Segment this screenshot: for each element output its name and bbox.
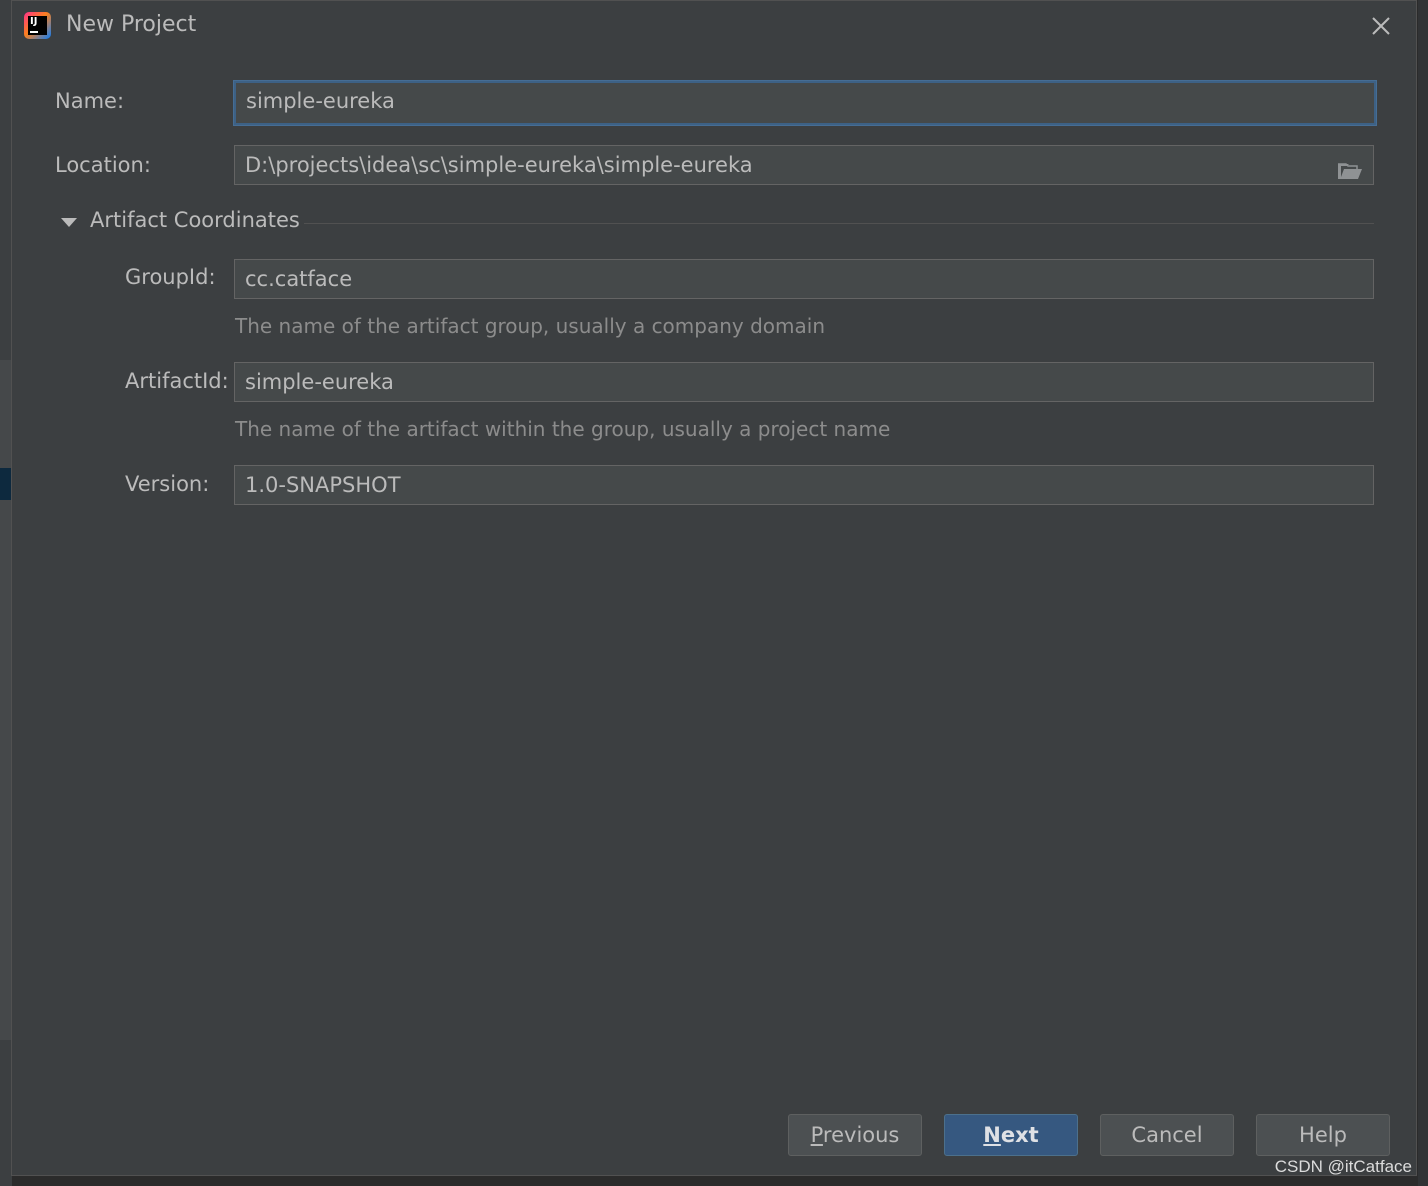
name-label: Name: [55, 89, 125, 113]
watermark: CSDN @itCatface [1274, 1157, 1412, 1176]
version-input[interactable]: 1.0-SNAPSHOT [234, 465, 1374, 505]
folder-open-icon[interactable] [1337, 155, 1363, 179]
artifactid-hint: The name of the artifact within the grou… [235, 417, 891, 441]
previous-mnemonic: P [810, 1123, 823, 1147]
artifact-coordinates-section-title[interactable]: Artifact Coordinates [90, 208, 300, 232]
triangle-down-icon[interactable] [60, 215, 78, 229]
groupid-input[interactable]: cc.catface [234, 259, 1374, 299]
name-input[interactable]: simple-eureka [234, 81, 1376, 125]
help-button[interactable]: Help [1256, 1114, 1390, 1156]
previous-button[interactable]: Previous [788, 1114, 922, 1156]
version-input-value: 1.0-SNAPSHOT [245, 473, 401, 497]
artifactid-input-value: simple-eureka [245, 370, 394, 394]
groupid-hint: The name of the artifact group, usually … [235, 314, 825, 338]
ide-background-right [1418, 0, 1428, 1186]
location-input[interactable]: D:\projects\idea\sc\simple-eureka\simple… [234, 145, 1374, 185]
close-icon[interactable] [1370, 15, 1392, 37]
location-input-value: D:\projects\idea\sc\simple-eureka\simple… [245, 153, 753, 177]
cancel-button[interactable]: Cancel [1100, 1114, 1234, 1156]
new-project-dialog: IJ New Project Name: simple-eureka Locat… [11, 0, 1417, 1176]
next-mnemonic: N [983, 1123, 1001, 1147]
groupid-label: GroupId: [125, 265, 216, 289]
artifactid-label: ArtifactId: [125, 369, 229, 393]
dialog-titlebar: IJ New Project [12, 1, 1416, 51]
location-label: Location: [55, 153, 151, 177]
groupid-input-value: cc.catface [245, 267, 353, 291]
intellij-idea-icon: IJ [24, 12, 51, 39]
help-label: Help [1299, 1123, 1347, 1147]
cancel-label: Cancel [1131, 1123, 1203, 1147]
version-label: Version: [125, 472, 210, 496]
previous-label: revious [822, 1123, 900, 1147]
dialog-title: New Project [66, 12, 197, 37]
artifactid-input[interactable]: simple-eureka [234, 362, 1374, 402]
next-label: ext [1000, 1123, 1039, 1147]
name-input-value: simple-eureka [246, 89, 395, 113]
next-button[interactable]: Next [944, 1114, 1078, 1156]
section-divider [304, 223, 1374, 224]
